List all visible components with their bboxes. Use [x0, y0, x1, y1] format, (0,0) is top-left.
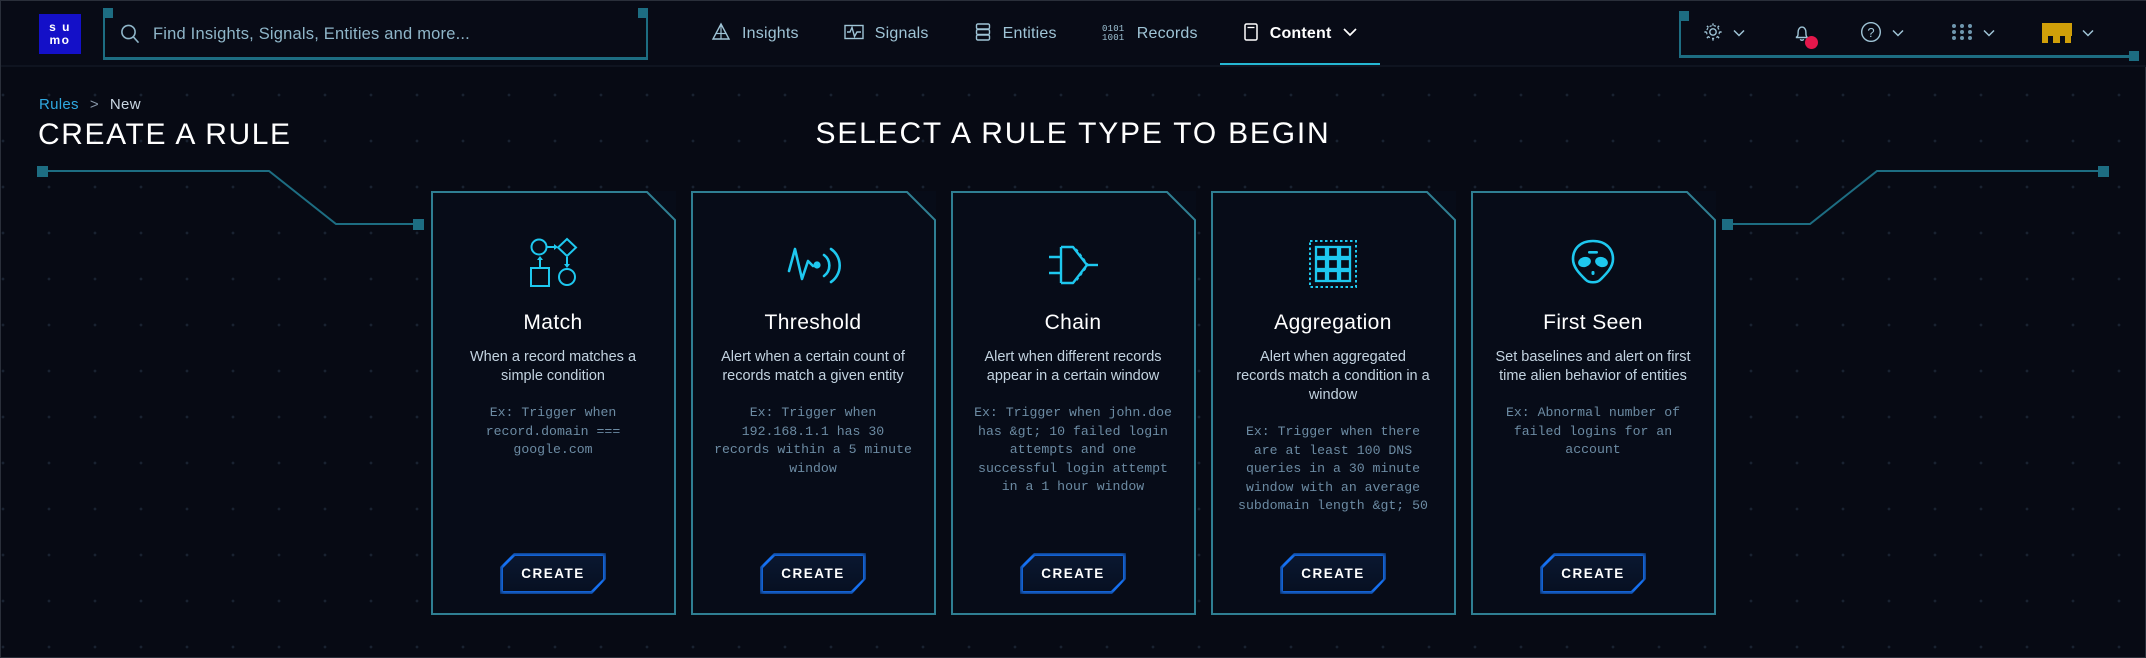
card-example: Ex: Trigger when 192.168.1.1 has 30 reco… — [714, 405, 912, 476]
match-flow-icon — [525, 231, 581, 289]
card-example: Ex: Trigger when there are at least 100 … — [1238, 424, 1428, 513]
main-nav: Insights Signals Entities 0101 1001 Recor… — [688, 1, 1380, 67]
card-description: Set baselines and alert on first time al… — [1495, 349, 1691, 384]
threshold-pulse-icon — [784, 231, 842, 289]
help-button[interactable]: ? — [1836, 19, 1927, 50]
chain-gate-icon — [1043, 231, 1103, 289]
card-example: Ex: Trigger when record.domain === googl… — [485, 405, 621, 457]
rule-type-card-aggregation[interactable]: Aggregation Alert when aggregated record… — [1210, 191, 1456, 615]
aggregation-grid-icon — [1308, 231, 1358, 289]
search-underline — [103, 57, 648, 60]
card-title: Chain — [1044, 311, 1102, 334]
notifications-button[interactable] — [1768, 20, 1836, 49]
content-icon — [1242, 21, 1260, 48]
nav-item-records[interactable]: 0101 1001 Records — [1079, 1, 1220, 67]
nav-label: Content — [1269, 25, 1332, 42]
alien-head-icon — [1567, 231, 1619, 289]
rule-type-card-first-seen[interactable]: First Seen Set baselines and alert on fi… — [1470, 191, 1716, 615]
rule-type-card-match[interactable]: Match When a record matches a simple con… — [430, 191, 676, 615]
signals-icon — [843, 22, 865, 47]
card-description: Alert when a certain count of records ma… — [721, 349, 905, 384]
nav-item-signals[interactable]: Signals — [821, 1, 951, 67]
chevron-down-icon — [2081, 25, 2095, 43]
card-action-area: CREATE — [431, 553, 676, 594]
toolbar-bracket-cap-top — [1679, 11, 1689, 21]
card-title: Aggregation — [1274, 311, 1392, 334]
create-button[interactable]: CREATE — [503, 556, 603, 591]
user-menu-button[interactable] — [2018, 23, 2117, 45]
question-circle-icon: ? — [1858, 19, 1884, 50]
nav-item-content[interactable]: Content — [1219, 1, 1380, 67]
create-button[interactable]: CREATE — [1543, 556, 1643, 591]
grid-apps-icon — [1949, 21, 1975, 48]
svg-text:?: ? — [1867, 25, 1874, 40]
chevron-down-icon — [1342, 25, 1358, 43]
nav-label: Entities — [1002, 25, 1057, 42]
notification-badge — [1805, 35, 1818, 49]
card-action-area: CREATE — [951, 553, 1196, 594]
chevron-down-icon — [1982, 25, 1996, 43]
svg-text:1001: 1001 — [1102, 33, 1124, 43]
records-icon: 0101 1001 — [1101, 21, 1127, 48]
card-example: Ex: Trigger when john.doe has &gt; 10 fa… — [974, 405, 1172, 494]
card-title: First Seen — [1543, 311, 1643, 334]
search-input[interactable] — [141, 24, 646, 44]
insights-icon — [710, 21, 732, 48]
toolbar-bracket-horizontal — [1679, 55, 2139, 58]
top-navigation-bar: s u mo Insights Signals — [1, 1, 2146, 67]
search-icon — [119, 23, 141, 45]
global-search[interactable] — [103, 8, 648, 60]
card-action-area: CREATE — [1471, 553, 1716, 594]
card-title: Threshold — [764, 311, 862, 334]
rule-type-card-threshold[interactable]: Threshold Alert when a certain count of … — [690, 191, 936, 615]
gear-icon — [1701, 20, 1725, 49]
app-launcher-button[interactable] — [1927, 21, 2018, 48]
toolbar-bracket-cap-end — [2129, 51, 2139, 61]
chevron-down-icon — [1732, 25, 1746, 43]
settings-gear-button[interactable] — [1679, 20, 1768, 49]
breadcrumb-rules-link[interactable]: Rules — [39, 96, 79, 113]
card-title: Match — [523, 311, 583, 334]
nav-label: Signals — [874, 25, 929, 42]
nav-label: Insights — [742, 25, 799, 42]
breadcrumb-current: New — [109, 96, 141, 113]
rule-type-card-list: Match When a record matches a simple con… — [1, 191, 2145, 615]
nav-item-entities[interactable]: Entities — [951, 1, 1079, 67]
nav-item-insights[interactable]: Insights — [688, 1, 821, 67]
nav-label: Records — [1136, 25, 1198, 42]
breadcrumb-separator: > — [89, 96, 99, 113]
card-example: Ex: Abnormal number of failed logins for… — [1505, 405, 1681, 457]
sumo-logo[interactable]: s u mo — [39, 14, 81, 54]
card-description: Alert when different records appear in a… — [984, 349, 1162, 384]
toolbar-right: ? — [1679, 1, 2146, 67]
logo-line-2: mo — [49, 33, 71, 47]
create-button[interactable]: CREATE — [1283, 556, 1383, 591]
create-button[interactable]: CREATE — [1023, 556, 1123, 591]
section-heading: SELECT A RULE TYPE TO BEGIN — [815, 117, 1331, 150]
card-description: Alert when aggregated records match a co… — [1236, 349, 1430, 403]
card-description: When a record matches a simple condition — [469, 349, 637, 384]
card-action-area: CREATE — [691, 553, 936, 594]
rule-type-card-chain[interactable]: Chain Alert when different records appea… — [950, 191, 1196, 615]
create-button[interactable]: CREATE — [763, 556, 863, 591]
breadcrumb: Rules > New — [39, 96, 141, 113]
chevron-down-icon — [1891, 25, 1905, 43]
rule-builder-page: s u mo Insights Signals — [0, 0, 2146, 658]
avatar-icon — [2040, 23, 2074, 45]
entities-icon — [973, 21, 993, 48]
card-action-area: CREATE — [1211, 553, 1456, 594]
